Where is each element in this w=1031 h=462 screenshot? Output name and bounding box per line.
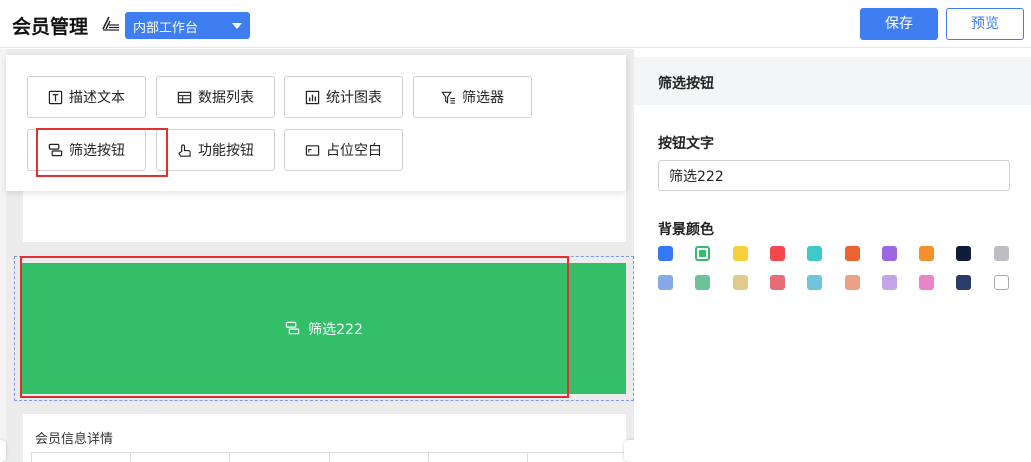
table-header-cell [130, 453, 229, 462]
palette-item-table[interactable]: 数据列表 [156, 76, 275, 118]
canvas-block[interactable] [23, 191, 626, 242]
save-button[interactable]: 保存 [860, 8, 938, 40]
highlight-box [36, 128, 168, 177]
color-swatch[interactable] [844, 275, 860, 290]
color-swatch[interactable] [881, 246, 897, 261]
color-swatch[interactable] [807, 275, 823, 290]
scroll-left-handle[interactable] [0, 440, 6, 462]
table-header-cell [229, 453, 328, 462]
caret-down-icon [232, 23, 242, 29]
bg-color-label: 背景颜色 [658, 222, 714, 238]
button-text-input[interactable] [658, 160, 1010, 191]
top-header: 会员管理 内部工作台 保存 预览 [0, 0, 1031, 48]
color-swatch[interactable] [993, 275, 1009, 290]
palette-item-label: 占位空白 [326, 143, 382, 159]
palette-item-text[interactable]: 描述文本 [27, 76, 146, 118]
preview-button[interactable]: 预览 [946, 8, 1024, 40]
palette-item-label: 筛选器 [462, 90, 504, 106]
color-swatch[interactable] [956, 275, 972, 290]
color-swatch[interactable] [769, 275, 785, 290]
color-swatch[interactable] [658, 246, 673, 261]
palette-item-function-button[interactable]: 功能按钮 [156, 129, 275, 171]
color-swatch[interactable] [807, 246, 823, 261]
filter-icon [441, 91, 456, 104]
table-header-cell [328, 453, 428, 462]
palette-item-filter[interactable]: 筛选器 [413, 76, 532, 118]
placeholder-icon [305, 144, 320, 156]
palette-item-placeholder[interactable]: 占位空白 [284, 129, 403, 171]
palette-item-label: 统计图表 [326, 90, 382, 106]
highlight-box [20, 256, 569, 398]
panel-title: 筛选按钮 [634, 57, 1031, 105]
palette-item-label: 数据列表 [198, 90, 254, 106]
bar-chart-icon [305, 90, 320, 104]
color-swatch[interactable] [993, 246, 1009, 261]
color-swatch[interactable] [695, 246, 711, 261]
table-header-cell [526, 453, 626, 462]
text-box-icon [48, 90, 63, 104]
table-header [31, 452, 626, 462]
palette-item-label: 功能按钮 [198, 143, 254, 159]
scroll-right-handle[interactable] [624, 440, 634, 462]
color-swatch[interactable] [695, 275, 711, 290]
workspace-select-label: 内部工作台 [133, 21, 199, 36]
function-button-icon [178, 143, 191, 157]
color-swatch[interactable] [844, 246, 860, 261]
color-swatch[interactable] [769, 246, 785, 261]
property-panel: 筛选按钮 按钮文字 背景颜色 [634, 49, 1031, 462]
member-table-card[interactable]: 会员信息详情 [23, 414, 626, 462]
color-swatch[interactable] [919, 246, 935, 261]
color-swatch[interactable] [658, 275, 673, 290]
color-swatch[interactable] [732, 246, 748, 261]
table-header-cell [427, 453, 527, 462]
edit-icon[interactable] [100, 14, 120, 34]
table-icon [177, 91, 192, 103]
workspace-select[interactable]: 内部工作台 [125, 12, 250, 39]
palette-item-chart[interactable]: 统计图表 [284, 76, 403, 118]
page-title: 会员管理 [12, 16, 89, 38]
palette-item-label: 描述文本 [69, 90, 125, 106]
color-swatch[interactable] [956, 246, 972, 261]
color-swatch[interactable] [919, 275, 935, 290]
color-swatch[interactable] [732, 275, 748, 290]
table-header-cell [31, 453, 130, 462]
table-title: 会员信息详情 [35, 432, 114, 447]
color-swatch[interactable] [881, 275, 897, 290]
button-text-label: 按钮文字 [658, 136, 714, 152]
